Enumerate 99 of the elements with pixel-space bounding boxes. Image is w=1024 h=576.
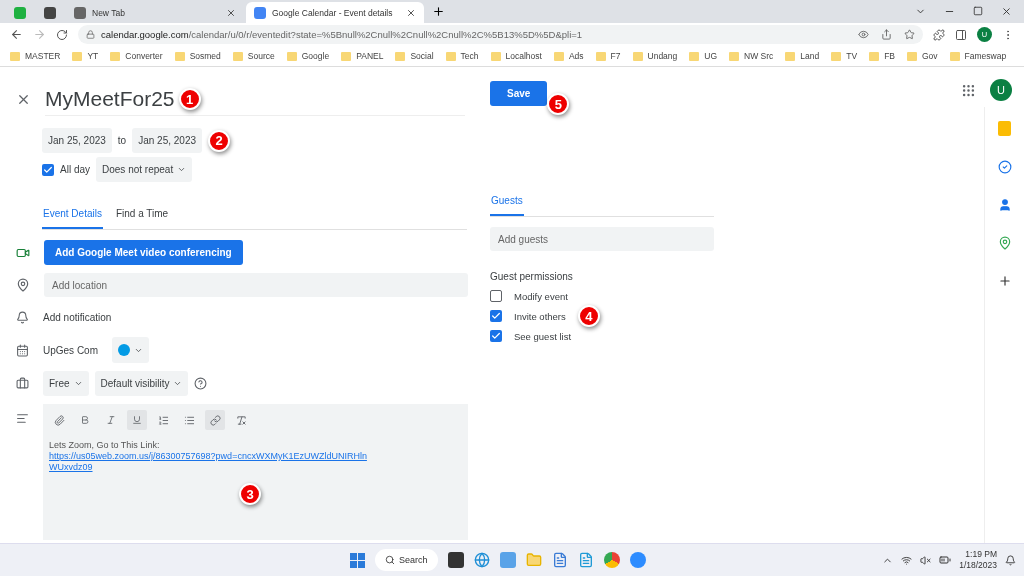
callout-badge: 2 (208, 129, 230, 152)
guests-field[interactable]: Add guests (490, 227, 714, 251)
checkbox-label: Invite others (514, 310, 566, 322)
maximize-icon[interactable] (973, 6, 983, 16)
close-icon[interactable] (16, 92, 31, 107)
date-separator: to (117, 135, 127, 146)
mute-icon[interactable] (920, 554, 932, 566)
bookmark[interactable]: Fameswap (949, 51, 1007, 61)
share-icon[interactable] (881, 29, 892, 40)
map-pin-icon[interactable] (997, 236, 1012, 250)
save-button[interactable]: Save (490, 81, 548, 106)
bookmark[interactable]: FB (869, 51, 895, 61)
bookmark[interactable]: PANEL (341, 51, 384, 61)
description-text: Lets Zoom, Go to This Link: (49, 440, 160, 450)
description-icon (16, 412, 29, 425)
windows-icon[interactable] (350, 552, 365, 568)
bookmark[interactable]: F7 (595, 51, 621, 61)
underline-icon[interactable] (127, 410, 147, 430)
caret-icon (173, 379, 183, 388)
briefcase-icon (16, 377, 29, 390)
side-panel-icon[interactable] (955, 28, 967, 41)
bookmark[interactable]: Localhost (490, 51, 542, 61)
bookmark[interactable]: NW Src (729, 51, 774, 61)
calendar-icon (16, 343, 29, 357)
repeat-dropdown[interactable]: Does not repeat (96, 157, 193, 182)
location-icon (16, 278, 30, 292)
callout-badge: 4 (577, 305, 600, 327)
checkbox[interactable] (490, 290, 502, 302)
bookmark[interactable]: Ads (553, 51, 584, 61)
document-icon[interactable] (551, 552, 568, 568)
bookmark[interactable]: Gov (907, 51, 938, 61)
link-icon[interactable] (205, 410, 225, 430)
color-dropdown[interactable] (112, 337, 149, 363)
browser-tab[interactable]: New Tab (66, 2, 244, 23)
bookmark[interactable]: UG (689, 51, 718, 61)
person-icon[interactable] (997, 198, 1012, 212)
meet-button[interactable]: Add Google Meet video conferencing (44, 240, 243, 265)
bookmark[interactable]: Undang (632, 51, 678, 61)
callout-badge: 3 (239, 483, 261, 505)
caret-icon (177, 165, 187, 174)
lock-icon (86, 30, 95, 39)
tab[interactable]: Guests (490, 189, 524, 216)
end-date-field[interactable]: Jan 25, 2023 (132, 128, 202, 153)
calendar-name: UpGes Com (43, 344, 98, 356)
bookmark[interactable]: TV (831, 51, 858, 61)
add-icon[interactable] (997, 274, 1012, 288)
callout-badge: 1 (178, 88, 201, 110)
checkbox-label: See guest list (514, 330, 572, 342)
checkbox-label: All day (60, 164, 90, 175)
add-notification-link[interactable]: Add notification (43, 311, 112, 323)
bookmark[interactable]: YT (72, 51, 99, 61)
bookmark[interactable]: Sosmed (174, 51, 221, 61)
bookmark[interactable]: Social (395, 51, 434, 61)
help-icon[interactable] (194, 377, 208, 390)
bookmark[interactable]: Converter (110, 51, 163, 61)
callout-badge: 5 (547, 93, 570, 115)
tab[interactable]: Event Details (42, 202, 103, 229)
back-icon[interactable] (10, 28, 23, 41)
bookmark[interactable]: Source (232, 51, 275, 61)
description-editor[interactable]: Lets Zoom, Go to This Link: https://us05web.zoom.us/j/86300757698?pwd=cncxWXMyK1EzUWZldUNIRHlnWUxvdz09 3 (43, 404, 468, 540)
bookmark[interactable]: MASTER (10, 51, 61, 61)
notepad-icon[interactable] (577, 552, 594, 568)
battery-icon[interactable] (939, 554, 952, 566)
address-bar[interactable]: calendar.google.com/calendar/u/0/r/eventedit?state=%5Bnull%2Cnull%2Cnull%2Cnull%2C%5B13%5D%5D&pli=1 (78, 25, 923, 44)
start-date-field[interactable]: Jan 25, 2023 (42, 128, 112, 153)
profile-avatar[interactable]: U (990, 79, 1012, 101)
checkbox[interactable] (490, 330, 502, 342)
visibility-dropdown[interactable]: Default visibility (94, 371, 189, 396)
clock[interactable]: 1:19 PM 1/18/2023 (959, 549, 997, 571)
close-icon[interactable] (406, 7, 416, 18)
checkbox[interactable] (42, 163, 54, 176)
new-tab-icon[interactable] (432, 5, 445, 18)
reload-icon[interactable] (56, 28, 68, 41)
section-heading: Guest permissions (490, 271, 574, 282)
checkbox[interactable] (490, 310, 502, 322)
bookmark[interactable]: Land (785, 51, 820, 61)
checkbox-label: Modify event (514, 290, 568, 302)
puzzle-icon[interactable] (933, 28, 945, 41)
bell-icon[interactable] (1005, 554, 1016, 566)
app-icon[interactable] (447, 552, 464, 568)
caret-icon (73, 379, 83, 388)
taskbar-search[interactable]: Search (375, 549, 438, 571)
close-icon[interactable] (1001, 6, 1012, 17)
bookmark[interactable]: Google (286, 51, 330, 61)
eye-icon[interactable] (858, 29, 869, 40)
browser-tab[interactable]: Google Calendar - Event details (246, 2, 424, 23)
close-icon[interactable] (226, 7, 236, 18)
tab[interactable]: Find a Time (114, 202, 170, 229)
tasks-icon[interactable] (997, 160, 1012, 174)
wifi-icon[interactable] (901, 554, 913, 566)
meeting-link[interactable]: https://us05web.zoom.us/j/86300757698?pwd=cncxWXMyK1EzUWZldUNIRHlnWUxvdz09 (49, 451, 369, 473)
location-field[interactable]: Add location (44, 273, 468, 297)
bell-icon (16, 310, 29, 324)
star-icon[interactable] (904, 29, 915, 40)
apps-icon[interactable] (961, 82, 976, 98)
bookmark[interactable]: Tech (445, 51, 479, 61)
search-icon (385, 555, 395, 565)
title-field[interactable]: MyMeetFor25 1 (45, 83, 465, 116)
availability-dropdown[interactable]: Free (43, 371, 89, 396)
